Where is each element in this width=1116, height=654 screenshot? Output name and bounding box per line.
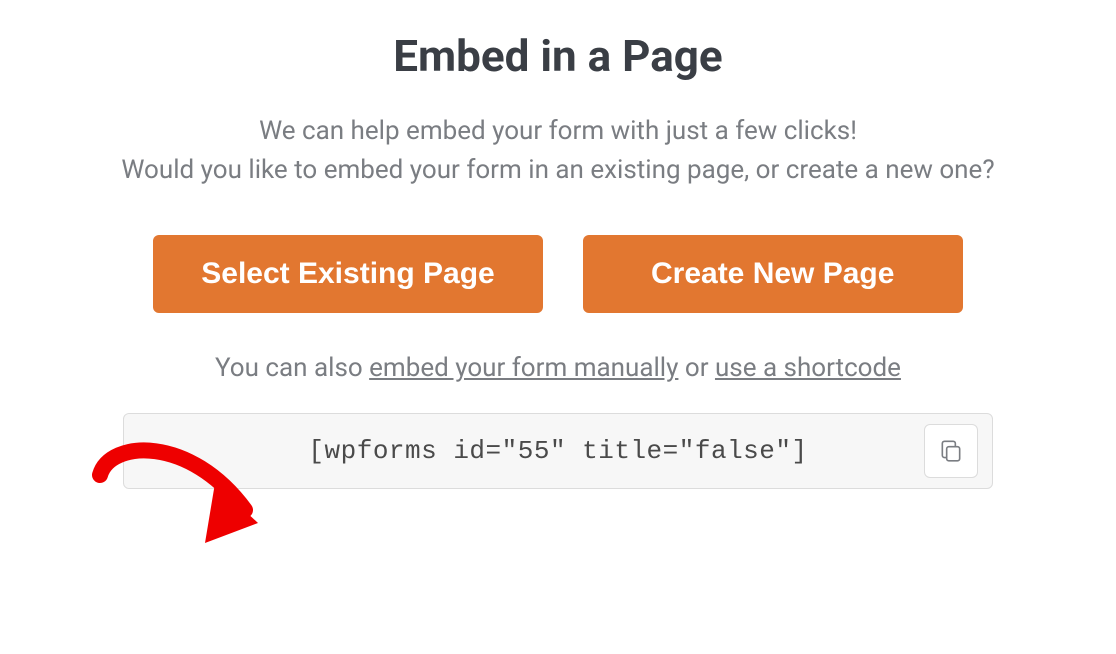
alt-middle: or bbox=[678, 353, 715, 383]
page-title: Embed in a Page bbox=[393, 30, 722, 82]
copy-icon bbox=[938, 438, 964, 464]
description-line-1: We can help embed your form with just a … bbox=[259, 116, 857, 146]
alternative-options-text: You can also embed your form manually or… bbox=[215, 353, 901, 383]
description-line-2: Would you like to embed your form in an … bbox=[121, 155, 994, 185]
select-existing-page-button[interactable]: Select Existing Page bbox=[153, 235, 542, 313]
alt-prefix: You can also bbox=[215, 353, 369, 383]
create-new-page-button[interactable]: Create New Page bbox=[583, 235, 963, 313]
shortcode-text: [wpforms id="55" title="false"] bbox=[308, 436, 807, 466]
shortcode-container: [wpforms id="55" title="false"] bbox=[123, 413, 993, 489]
embed-manually-link[interactable]: embed your form manually bbox=[369, 353, 678, 383]
use-shortcode-link[interactable]: use a shortcode bbox=[715, 353, 901, 383]
embed-description: We can help embed your form with just a … bbox=[121, 112, 994, 190]
button-row: Select Existing Page Create New Page bbox=[153, 235, 962, 313]
copy-shortcode-button[interactable] bbox=[924, 424, 978, 478]
